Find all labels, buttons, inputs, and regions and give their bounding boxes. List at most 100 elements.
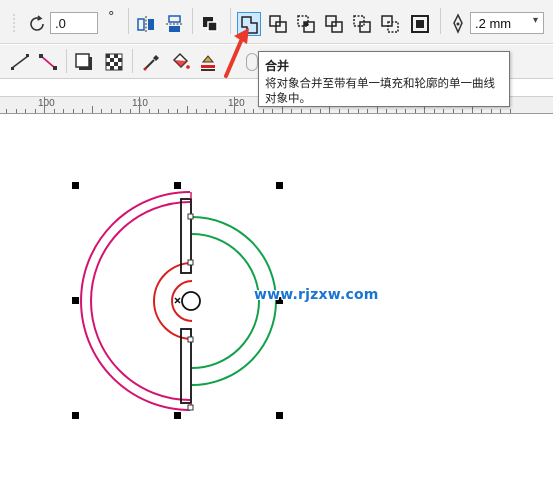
back-minus-front-icon[interactable] [378,12,402,36]
ruler-label: 120 [228,98,245,109]
ruler-tick [186,106,188,113]
ruler-tick [300,109,302,113]
ruler-tick [120,109,121,113]
selection-handle-top-center[interactable] [174,182,181,189]
ruler-tick [53,109,55,113]
ruler-tick [110,109,112,113]
separator [66,49,67,73]
ruler-tick [452,109,454,113]
ruler-tick [177,109,178,113]
ruler-tick [462,109,463,113]
ruler-tick [348,109,349,113]
ruler-tick [367,109,368,113]
line-tool-icon[interactable] [8,50,32,74]
transparency-icon[interactable] [102,50,126,74]
ruler-tick [224,109,226,113]
ruler-tick [386,109,387,113]
ruler-tick [234,97,235,113]
ruler-tick [44,97,45,113]
ruler-tick [443,109,444,113]
ruler-tick [262,109,264,113]
ruler-tick [405,109,406,113]
ruler-tick [395,109,397,113]
combine-icon[interactable] [198,12,222,36]
front-minus-back-icon[interactable] [350,12,374,36]
ruler-tick [148,109,150,113]
ruler-tick [15,109,17,113]
pen-nib-icon [446,12,470,36]
trim-icon[interactable] [266,12,290,36]
ruler-tick [196,109,197,113]
ruler-tick [215,109,216,113]
selection-handle-top-right[interactable] [276,182,283,189]
ruler-tick [205,109,207,113]
node-marker[interactable] [187,404,194,411]
ruler-tick [243,109,245,113]
ruler-tick [509,109,511,113]
tooltip-title: 合并 [265,59,290,73]
selection-handle-middle-left[interactable] [72,297,79,304]
ruler-tick [481,109,482,113]
ruler-tick [63,109,64,113]
rotation-angle-input[interactable]: .0 [50,12,98,34]
ruler-tick [253,109,254,113]
selection-handle-bottom-right[interactable] [276,412,283,419]
ruler-tick [338,109,340,113]
ruler-tick [82,109,83,113]
selection-handle-top-left[interactable] [72,182,79,189]
degree-symbol: ° [108,10,115,25]
ruler-tick [281,106,283,113]
grip-handle [2,12,16,36]
separator [440,8,441,34]
ruler-tick [101,109,102,113]
ruler-tick [158,109,159,113]
ruler-tick [139,97,140,113]
mirror-vertical-icon[interactable] [162,12,186,36]
weld-tooltip: 合并 将对象合并至带有单一填充和轮廓的单一曲线对象中。 [258,51,510,107]
tooltip-description: 将对象合并至带有单一填充和轮廓的单一曲线对象中。 [265,76,495,105]
ruler-tick [91,106,93,113]
inner-green-arc[interactable] [191,233,260,369]
ruler-tick [310,109,311,113]
selection-handle-bottom-left[interactable] [72,412,79,419]
create-boundary-icon[interactable] [408,12,432,36]
chevron-down-icon: ▾ [532,15,538,26]
rotate-icon[interactable] [26,12,50,36]
ruler-tick [25,109,26,113]
ruler-tick [319,109,321,113]
ruler-tick [500,109,501,113]
node-marker[interactable] [187,213,194,220]
simplify-icon[interactable] [322,12,346,36]
separator [192,8,193,34]
ruler-tick [433,109,435,113]
ruler-tick [357,109,359,113]
node-marker[interactable] [187,336,194,343]
mirror-horizontal-icon[interactable] [134,12,158,36]
annotation-arrow-icon [224,28,249,78]
ruler-tick [129,109,131,113]
ruler-tick [6,109,7,113]
separator [132,49,133,73]
center-circle[interactable] [181,291,201,311]
drop-shadow-icon[interactable] [72,50,96,74]
outline-width-value: .2 mm [475,16,512,31]
watermark-text: www.rjzxw.com [254,287,379,303]
property-bar: .0 ° .2 mm ▾ [0,0,553,44]
ruler-label: 100 [38,98,55,109]
intersect-icon[interactable] [294,12,318,36]
ruler-tick [72,109,74,113]
ruler-tick [34,109,36,113]
ruler-tick [167,109,169,113]
smart-fill-icon[interactable] [196,50,220,74]
selection-handle-bottom-center[interactable] [174,412,181,419]
separator [128,8,129,34]
ruler-tick [414,109,416,113]
fill-bucket-icon[interactable] [168,50,192,74]
connector-icon[interactable] [36,50,60,74]
outer-magenta-arc[interactable] [80,191,191,411]
outline-width-select[interactable]: .2 mm ▾ [470,12,544,34]
center-x-marker [174,297,181,304]
node-marker[interactable] [187,259,194,266]
ruler-tick [490,109,492,113]
eyedropper-icon[interactable] [140,50,164,74]
